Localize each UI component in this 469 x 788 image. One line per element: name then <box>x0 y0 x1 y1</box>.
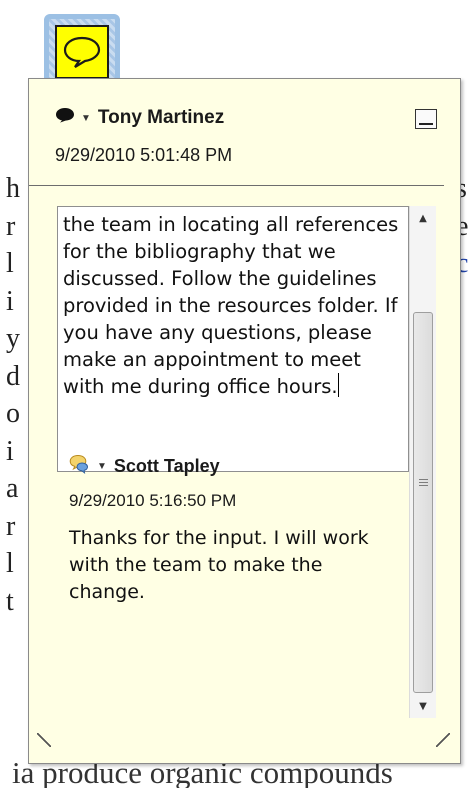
reply-timestamp: 9/29/2010 5:16:50 PM <box>69 491 237 510</box>
reply-bubble-icon <box>69 454 91 479</box>
scroll-up-button[interactable]: ▲ <box>410 206 436 230</box>
minimize-button[interactable] <box>415 109 437 129</box>
chevron-down-icon: ▼ <box>81 112 91 124</box>
chevron-down-icon: ▼ <box>97 461 107 472</box>
comment-author-name: Tony Martinez <box>97 107 225 128</box>
header-divider <box>29 185 444 186</box>
reply-text: Thanks for the input. I will work with t… <box>69 527 369 603</box>
resize-handle-left[interactable] <box>37 733 51 747</box>
speech-bubble-icon <box>55 25 109 79</box>
text-caret <box>337 373 340 397</box>
comment-timestamp: 9/29/2010 5:01:48 PM <box>55 145 233 165</box>
reply-author-name: Scott Tapley <box>113 456 220 476</box>
reply-entry: ▼ Scott Tapley 9/29/2010 5:16:50 PM Than… <box>69 454 399 606</box>
comment-popup: ▼ Tony Martinez 9/29/2010 5:01:48 PM the… <box>28 78 461 764</box>
comment-author-menu[interactable]: ▼ Tony Martinez <box>55 107 224 129</box>
scroll-down-button[interactable]: ▼ <box>410 694 436 718</box>
comment-bubble-icon <box>55 107 75 129</box>
vertical-scrollbar[interactable]: ▲ ▼ <box>409 206 436 718</box>
comment-text: the team in locating all references for … <box>63 213 399 398</box>
resize-handle-right[interactable] <box>436 733 450 747</box>
comment-text-field[interactable]: the team in locating all references for … <box>57 206 409 472</box>
grip-icon <box>419 479 428 488</box>
reply-author-menu[interactable]: ▼ Scott Tapley <box>69 454 399 479</box>
scroll-thumb[interactable] <box>413 312 433 693</box>
